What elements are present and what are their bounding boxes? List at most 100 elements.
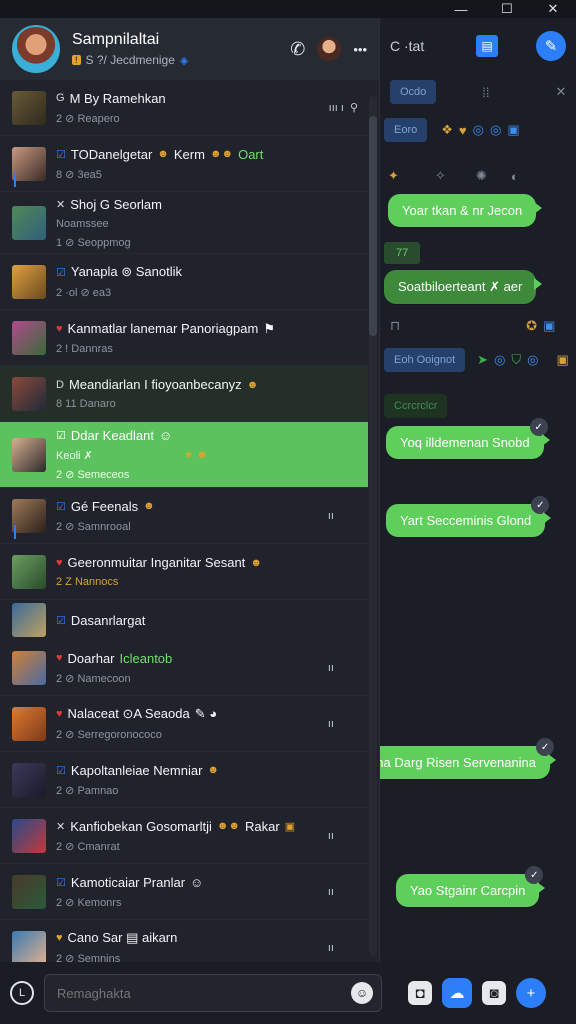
window-controls: — ☐ ✕ bbox=[436, 0, 576, 18]
message-bubble[interactable]: Soatbiloerteant ✗ aer bbox=[384, 270, 543, 304]
avatar[interactable] bbox=[12, 25, 60, 73]
chat-subtitle: 2 ·ol ⊘ ea3 bbox=[56, 287, 112, 299]
list-item[interactable]: ✕ Kanfiobekan Gosomarltji ☻☻ Rakar ▣ 2 ⊘ Cma… bbox=[0, 808, 368, 864]
scrollbar-thumb[interactable] bbox=[369, 116, 377, 336]
chat-thumbnail bbox=[12, 818, 46, 853]
message-bubble[interactable]: Yao Stgainr Carcpin ✓ bbox=[396, 866, 546, 907]
message-bubble[interactable]: Yoar tkan & nr Jecon bbox=[388, 194, 543, 227]
list-item-text: ☑ Dasanrlargat bbox=[56, 613, 358, 628]
reaction-icon[interactable]: ✓ bbox=[529, 418, 548, 436]
maximize-button[interactable]: ☐ bbox=[484, 0, 530, 18]
reaction-icon[interactable]: ✓ bbox=[525, 866, 544, 884]
chat-title: Yanapla ⊚ Sanotlik bbox=[70, 264, 182, 279]
chat-title: Kapoltanleiae Nemniar bbox=[70, 762, 203, 778]
chat-thumbnail bbox=[12, 706, 46, 741]
reaction-icon[interactable]: ✓ bbox=[531, 496, 550, 514]
list-item[interactable]: ☑ Gé Feenals ☻ 2 ⊘ Samnrooal ıı bbox=[0, 488, 368, 544]
chat-subtitle: 2 ⊘ Serregoronococo bbox=[56, 729, 162, 741]
chat-title: Gé Feenals bbox=[70, 498, 139, 514]
chat-title-row: ♥ Doarhar Icleantob bbox=[56, 651, 318, 666]
chat-subtitle: 2 ⊘ Reapero bbox=[56, 112, 120, 125]
ghost-row-1: Ocdo ⁞⁞ ✕ bbox=[390, 80, 566, 104]
close-icon[interactable]: ✕ bbox=[556, 84, 567, 100]
ghost-chip: Ccrcrclcr bbox=[384, 394, 448, 418]
compose-button[interactable]: ✎ bbox=[536, 31, 566, 61]
list-item[interactable]: ♥ Geeronmuitar Inganitar Sesant ☻ 2 Z Nann… bbox=[0, 544, 368, 600]
settings-icon: ✺ bbox=[475, 168, 487, 183]
ghost-row-6: Eoh Ooignot ➤ ◎ ⛉ ◎ ▣ bbox=[384, 348, 569, 372]
close-icon: ✕ bbox=[56, 198, 66, 211]
tag-icon: ▣ bbox=[284, 820, 296, 833]
list-item[interactable]: ✕ Shoj G Seorlam Noamssee 1 ⊘ Seoppmog bbox=[0, 192, 368, 254]
emoji-icon: ☻ bbox=[246, 378, 259, 391]
chat-thumbnail bbox=[12, 376, 46, 411]
verified-icon: ◈ bbox=[179, 54, 189, 67]
chat-title: Dasanrlargat bbox=[70, 612, 146, 628]
more-options-button[interactable]: ••• bbox=[353, 42, 367, 57]
list-item-text: ♥ Nalaceat ⊙A Seaoda ✎ ◕ 2 ⊘ Serregoronoco… bbox=[56, 706, 318, 741]
list-item[interactable]: ♥ Doarhar Icleantob 2 ⊘ Namecoon ıı bbox=[0, 640, 368, 696]
chat-subtitle: Noamssee bbox=[56, 217, 109, 230]
check-icon: ☑ bbox=[56, 266, 66, 279]
gallery-icon[interactable]: ◙ bbox=[482, 981, 506, 1005]
square-icon: ▣ bbox=[556, 352, 569, 367]
list-item[interactable]: ☑ Kamoticaiar Pranlar ☺ 2 ⊘ Kemonrs ıı bbox=[0, 864, 368, 920]
emoji-icon: ☻ bbox=[143, 500, 155, 512]
list-item[interactable]: D Meandiarlan I fioyoanbecanyz ☻ 8 11 Dana… bbox=[0, 366, 368, 422]
phone-icon[interactable]: ✆ bbox=[290, 39, 305, 60]
ghost-row-4: 77 bbox=[384, 242, 421, 264]
chat-meta: ★ ☻ bbox=[184, 448, 209, 461]
list-item[interactable]: ♥ Nalaceat ⊙A Seaoda ✎ ◕ 2 ⊘ Serregoronoco… bbox=[0, 696, 368, 752]
list-item[interactable]: ☑ TODanelgetar ☻ Kerm ☻☻ Oart 8 ⊘ 3ea5 bbox=[0, 136, 368, 192]
unread-indicator bbox=[14, 525, 16, 539]
square-icon: ▣ bbox=[507, 122, 520, 137]
ghost-chip: Eoro bbox=[384, 118, 428, 142]
message-input[interactable] bbox=[57, 985, 351, 1001]
list-item[interactable]: ☑ Kapoltanleiae Nemniar ☻ 2 ⊘ Pamnao bbox=[0, 752, 368, 808]
chat-title-accent: Oart bbox=[238, 146, 264, 162]
clock-icon[interactable]: L bbox=[10, 981, 34, 1005]
list-item[interactable]: ♥ Cano Sar ▤ aikarn 2 ⊘ Semnins ıı bbox=[0, 920, 368, 962]
list-item[interactable]: ☑ Yanapla ⊚ Sanotlik 2 ·ol ⊘ ea3 bbox=[0, 254, 368, 310]
header-subtitle-row: ! S ?/ Jecdmenige ◈ bbox=[72, 53, 278, 67]
message-text: Yoar tkan & nr Jecon bbox=[402, 203, 523, 218]
reaction-icon[interactable]: ✓ bbox=[536, 738, 555, 756]
chat-title-accent: Icleantob bbox=[119, 650, 173, 666]
minimize-button[interactable]: — bbox=[438, 0, 484, 18]
message-bubble[interactable]: Yart Secceminis Glond ✓ bbox=[386, 496, 552, 537]
globe-icon: ◎ bbox=[527, 352, 539, 367]
list-item-text: G M By Ramehkan 2 ⊘ Reapero bbox=[56, 91, 319, 125]
tag-icon: ◐ bbox=[510, 168, 519, 184]
chat-title-row: ☑ Yanapla ⊚ Sanotlik bbox=[56, 264, 358, 280]
message-bubble[interactable]: Yoq illdemenan Snobd ✓ bbox=[386, 418, 550, 459]
list-item-text: ☑ Kamoticaiar Pranlar ☺ 2 ⊘ Kemonrs bbox=[56, 875, 318, 909]
send-button[interactable]: + bbox=[516, 978, 546, 1008]
list-item-selected[interactable]: ☑ Ddar Keadlant ☺ ☻ Keoli ✗ 2 ⊘ Semeceos ★… bbox=[0, 422, 368, 488]
emoji-icon: ☺ bbox=[190, 874, 204, 890]
pin-icon[interactable]: ⚲ bbox=[350, 101, 358, 114]
menu-icon: ⁞⁞ bbox=[482, 84, 490, 100]
chat-subtitle: 2 ! Dannras bbox=[56, 342, 113, 355]
attachment-icon[interactable]: ◘ bbox=[408, 981, 432, 1005]
badge-icon: ❖ bbox=[441, 122, 453, 137]
badge-icon: ♥ bbox=[458, 122, 467, 138]
list-item-text: ✕ Shoj G Seorlam Noamssee 1 ⊘ Seoppmog bbox=[56, 197, 358, 249]
chat-subtitle: 2 ⊘ Namecoon bbox=[56, 672, 131, 685]
pin-icon: ✧ bbox=[434, 168, 446, 183]
cloud-icon[interactable]: ☁ bbox=[442, 978, 472, 1008]
chat-thumbnail bbox=[12, 205, 46, 240]
header-subtitle: S ?/ Jecdmenige bbox=[85, 53, 175, 67]
contact-avatar[interactable] bbox=[317, 37, 342, 61]
check-icon: ☑ bbox=[56, 148, 66, 161]
list-item[interactable]: ♥ Kanmatlar lanemar Panoriagpam ⚑ 2 ! Dann… bbox=[0, 310, 368, 366]
close-button[interactable]: ✕ bbox=[530, 0, 576, 18]
chat-list: G M By Ramehkan 2 ⊘ Reapero ııı ı ⚲ ☑ TODan… bbox=[0, 80, 368, 962]
heart-icon: ♥ bbox=[56, 322, 63, 335]
conversation-header-text: C ·tat bbox=[390, 38, 425, 54]
list-item[interactable]: ☑ Dasanrlargat bbox=[0, 600, 368, 640]
header-title-block: Sampnilaltai ! S ?/ Jecdmenige ◈ bbox=[72, 31, 278, 67]
scrollbar[interactable] bbox=[369, 96, 377, 956]
list-item[interactable]: G M By Ramehkan 2 ⊘ Reapero ııı ı ⚲ bbox=[0, 80, 368, 136]
pin-button[interactable]: ▤ bbox=[476, 35, 498, 57]
emoji-icon[interactable]: ☺ bbox=[351, 982, 373, 1004]
